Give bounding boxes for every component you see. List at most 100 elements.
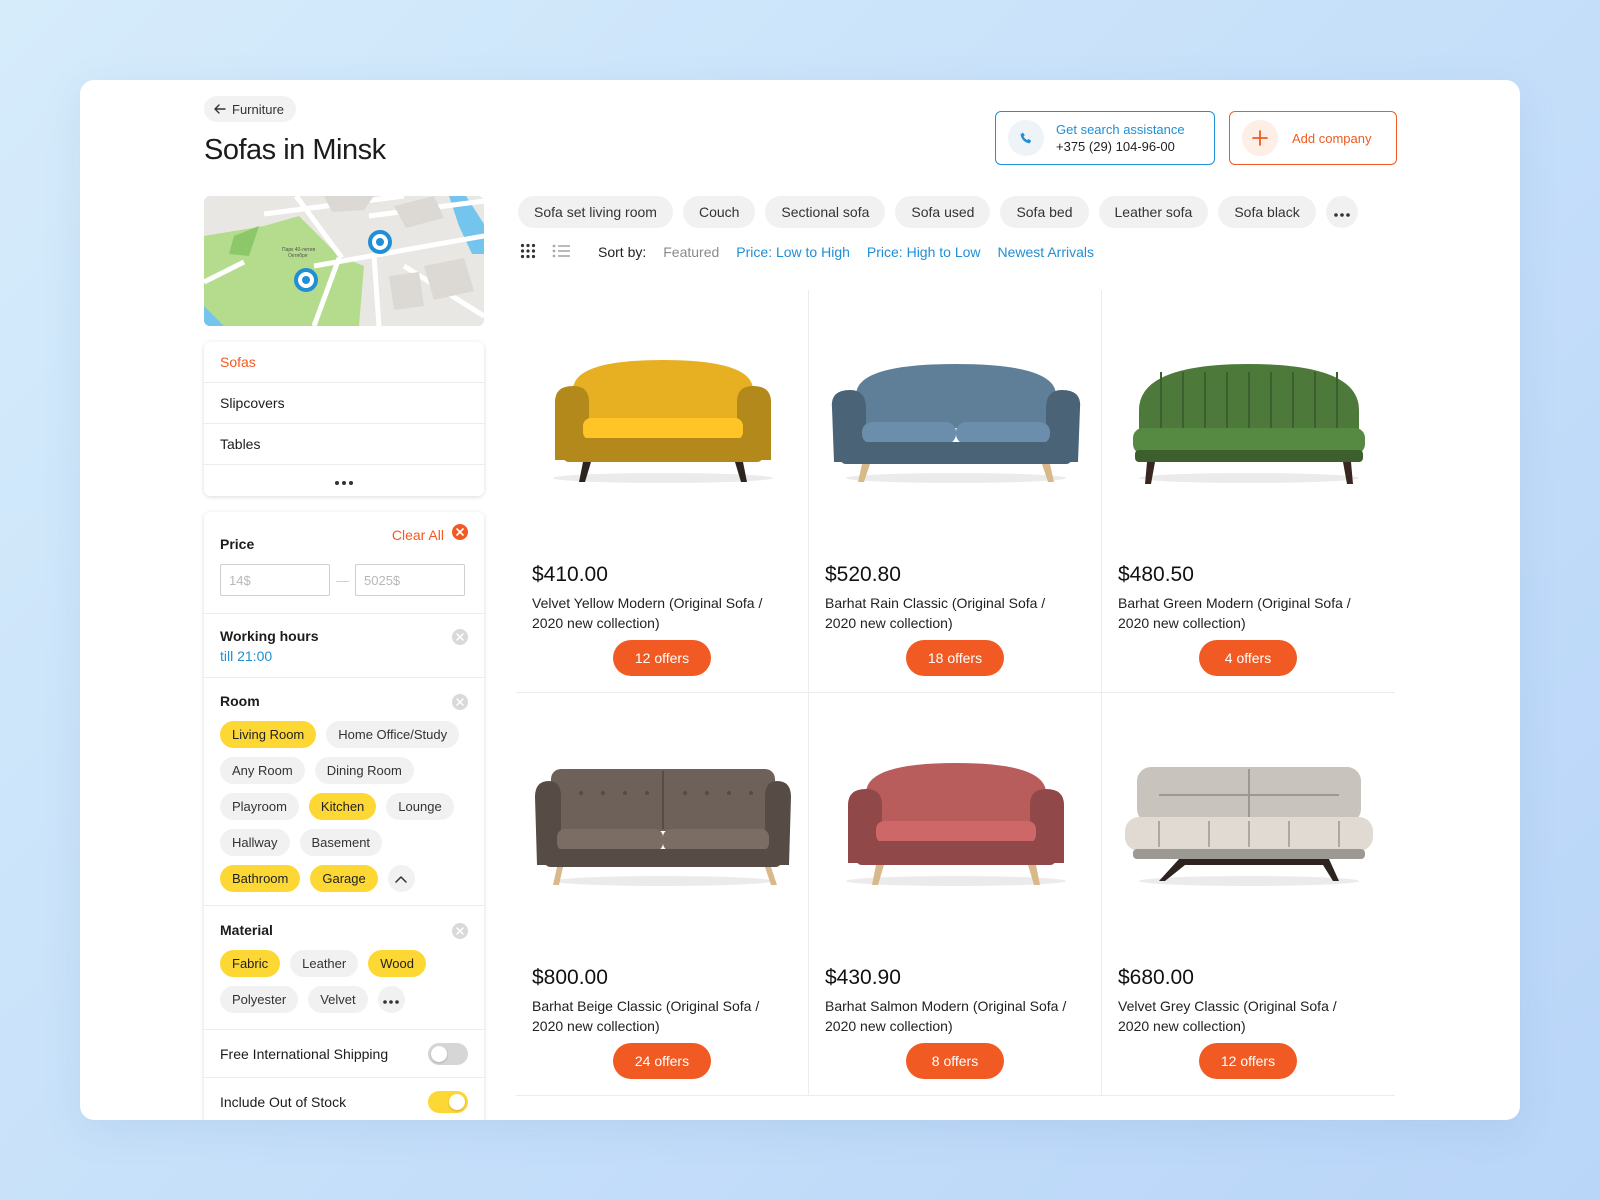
product-name[interactable]: Barhat Green Modern (Original Sofa / 202… [1118, 593, 1368, 633]
main-card: Furniture Sofas in Minsk Get search assi… [80, 80, 1520, 1120]
product-card[interactable]: $480.50 Barhat Green Modern (Original So… [1102, 290, 1395, 693]
shipping-toggle[interactable] [428, 1043, 468, 1065]
add-company-button[interactable]: Add company [1229, 111, 1397, 165]
room-chip[interactable]: Home Office/Study [326, 721, 460, 748]
page-title: Sofas in Minsk [204, 134, 386, 166]
price-min-input[interactable]: 14$ [220, 564, 330, 596]
room-chip[interactable]: Playroom [220, 793, 299, 820]
stock-filter: Include Out of Stock [204, 1078, 484, 1120]
svg-text:Октября: Октября [288, 253, 308, 259]
product-price: $520.80 [825, 563, 901, 586]
price-filter: Clear All Price 14$ — 5025$ [204, 512, 484, 614]
product-image[interactable] [516, 340, 809, 510]
clear-all-button[interactable]: Clear All [392, 524, 468, 545]
tag-chip[interactable]: Sofa used [895, 196, 991, 228]
product-image[interactable] [516, 743, 809, 913]
product-image[interactable] [1102, 340, 1395, 510]
arrow-left-icon [214, 102, 226, 117]
room-chip[interactable]: Any Room [220, 757, 305, 784]
room-chip[interactable]: Garage [310, 865, 378, 892]
chevron-up-icon [395, 871, 407, 886]
product-card[interactable]: $410.00 Velvet Yellow Modern (Original S… [516, 290, 809, 693]
sort-bar: Sort by: Featured Price: Low to High Pri… [520, 242, 1094, 262]
more-tags-button[interactable] [1325, 196, 1358, 228]
product-name[interactable]: Velvet Yellow Modern (Original Sofa / 20… [532, 593, 782, 633]
category-item-slipcovers[interactable]: Slipcovers [204, 383, 484, 424]
offers-button[interactable]: 12 offers [613, 640, 711, 676]
more-categories-button[interactable] [204, 465, 484, 496]
grid-view-icon[interactable] [520, 243, 536, 262]
product-price: $410.00 [532, 563, 608, 586]
more-materials-button[interactable] [377, 986, 405, 1013]
product-card[interactable]: $520.80 Barhat Rain Classic (Original So… [809, 290, 1102, 693]
sort-option-featured[interactable]: Featured [663, 244, 719, 260]
product-price: $680.00 [1118, 966, 1194, 989]
material-chip[interactable]: Velvet [308, 986, 368, 1013]
collapse-room-button[interactable] [387, 865, 415, 892]
room-chip[interactable]: Living Room [220, 721, 317, 748]
material-chip[interactable]: Fabric [220, 950, 281, 977]
room-chip[interactable]: Dining Room [314, 757, 414, 784]
sort-option-newest[interactable]: Newest Arrivals [998, 244, 1094, 260]
product-name[interactable]: Barhat Salmon Modern (Original Sofa / 20… [825, 996, 1075, 1036]
room-chip[interactable]: Lounge [386, 793, 454, 820]
tag-chip[interactable]: Leather sofa [1098, 196, 1209, 228]
offers-button[interactable]: 24 offers [613, 1043, 711, 1079]
category-list: Sofas Slipcovers Tables [204, 342, 484, 496]
list-view-icon[interactable] [552, 243, 570, 262]
product-grid: $410.00 Velvet Yellow Modern (Original S… [516, 290, 1396, 1120]
more-dots-icon [335, 472, 353, 490]
breadcrumb-label: Furniture [232, 101, 285, 117]
price-max-input[interactable]: 5025$ [355, 564, 465, 596]
assistance-label: Get search assistance [1056, 122, 1185, 137]
product-price: $430.90 [825, 966, 901, 989]
sort-option-price-low-high[interactable]: Price: Low to High [736, 244, 850, 260]
material-chip[interactable]: Wood [368, 950, 426, 977]
material-chip[interactable]: Leather [290, 950, 359, 977]
tag-chip[interactable]: Sofa set living room [518, 196, 673, 228]
related-tags: Sofa set living room Couch Sectional sof… [518, 196, 1358, 228]
room-chip[interactable]: Basement [299, 829, 383, 856]
category-item-sofas[interactable]: Sofas [204, 342, 484, 383]
product-price: $800.00 [532, 966, 608, 989]
clear-room-icon[interactable] [452, 694, 468, 710]
tag-chip[interactable]: Sofa bed [1000, 196, 1089, 228]
product-card[interactable]: $800.00 Barhat Beige Classic (Original S… [516, 693, 809, 1096]
material-title: Material [220, 922, 273, 938]
product-card[interactable]: $430.90 Barhat Salmon Modern (Original S… [809, 693, 1102, 1096]
product-image[interactable] [1102, 743, 1395, 913]
product-price: $480.50 [1118, 563, 1194, 586]
room-chip[interactable]: Bathroom [220, 865, 301, 892]
room-chip[interactable]: Kitchen [308, 793, 377, 820]
offers-button[interactable]: 12 offers [1199, 1043, 1297, 1079]
more-dots-icon [1333, 204, 1350, 220]
category-item-tables[interactable]: Tables [204, 424, 484, 465]
product-card[interactable]: $680.00 Velvet Grey Classic (Original So… [1102, 693, 1395, 1096]
tag-chip[interactable]: Sectional sofa [765, 196, 886, 228]
sort-option-price-high-low[interactable]: Price: High to Low [867, 244, 981, 260]
clear-all-label: Clear All [391, 526, 444, 543]
more-dots-icon [383, 992, 399, 1007]
offers-button[interactable]: 8 offers [906, 1043, 1004, 1079]
product-name[interactable]: Velvet Grey Classic (Original Sofa / 202… [1118, 996, 1368, 1036]
clear-material-icon[interactable] [452, 923, 468, 939]
map-pin-icon[interactable] [294, 268, 318, 292]
map-pin-icon[interactable] [368, 230, 392, 254]
offers-button[interactable]: 18 offers [906, 640, 1004, 676]
working-hours-value[interactable]: till 21:00 [220, 648, 272, 664]
shipping-label: Free International Shipping [220, 1046, 389, 1062]
product-image[interactable] [809, 743, 1102, 913]
tag-chip[interactable]: Couch [682, 196, 756, 228]
product-name[interactable]: Barhat Beige Classic (Original Sofa / 20… [532, 996, 782, 1036]
clear-hours-icon[interactable] [452, 629, 468, 645]
back-breadcrumb[interactable]: Furniture [204, 96, 297, 122]
product-image[interactable] [809, 340, 1102, 510]
material-chip[interactable]: Polyester [220, 986, 299, 1013]
map-preview[interactable]: Парк 40-летия Октября [204, 196, 484, 326]
product-name[interactable]: Barhat Rain Classic (Original Sofa / 202… [825, 593, 1075, 633]
stock-toggle[interactable] [428, 1091, 468, 1113]
offers-button[interactable]: 4 offers [1199, 640, 1297, 676]
room-chip[interactable]: Hallway [220, 829, 290, 856]
tag-chip[interactable]: Sofa black [1218, 196, 1316, 228]
search-assistance-button[interactable]: Get search assistance +375 (29) 104-96-0… [995, 111, 1215, 165]
